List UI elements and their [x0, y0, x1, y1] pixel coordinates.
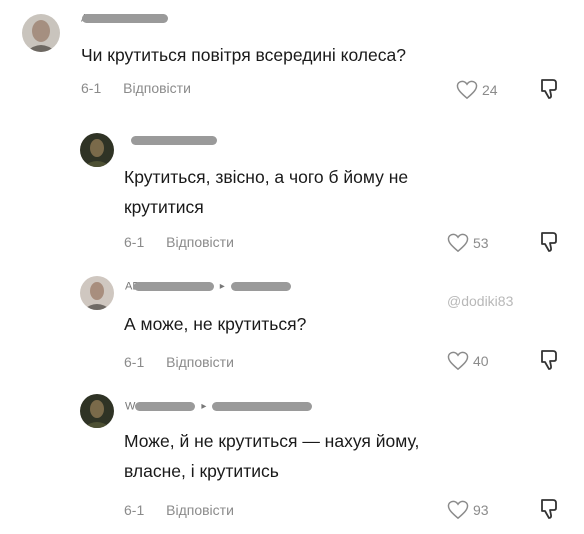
thumbs-down-icon	[541, 79, 557, 99]
thumbs-down-icon	[541, 499, 557, 519]
dislike-button[interactable]	[539, 348, 561, 377]
reply-button[interactable]: Відповісти	[166, 234, 234, 250]
avatar-photo	[80, 276, 114, 310]
reply-button[interactable]: Відповісти	[166, 354, 234, 370]
reply-button[interactable]: Відповісти	[166, 502, 234, 518]
comment-date: 6-1	[81, 80, 102, 96]
comment-text-line: крутитися	[124, 197, 204, 217]
dislike-button[interactable]	[539, 77, 561, 106]
thumbs-down-icon	[541, 232, 557, 252]
comment-meta: 6-1 Відповісти	[124, 502, 234, 518]
like-button[interactable]: 40	[447, 351, 489, 371]
username-redaction	[230, 282, 291, 292]
avatar[interactable]	[80, 133, 114, 167]
like-button[interactable]: 93	[447, 500, 489, 520]
like-button[interactable]: 24	[456, 80, 498, 100]
like-button[interactable]: 53	[447, 233, 489, 253]
like-count: 93	[473, 502, 489, 518]
username-redaction	[133, 282, 214, 292]
reply-arrow-icon: ▸	[201, 401, 207, 413]
comment-date: 6-1	[124, 502, 145, 518]
username-redaction	[131, 136, 217, 146]
avatar[interactable]	[80, 276, 114, 310]
username[interactable]: We ▸	[125, 398, 313, 414]
comment-text-line: Чи крутиться повітря всередині колеса?	[81, 45, 406, 65]
comment-text-line: А може, не крутиться?	[124, 314, 307, 334]
avatar[interactable]	[80, 394, 114, 428]
comment-meta: 6-1 Відповісти	[81, 80, 191, 96]
comment-meta: 6-1 Відповісти	[124, 354, 234, 370]
username-redaction	[135, 402, 196, 412]
heart-outline-icon	[447, 500, 469, 520]
heart-outline-icon	[456, 80, 478, 100]
heart-outline-icon	[447, 233, 469, 253]
comment-text-line: Може, й не крутиться — нахуя йому,	[124, 431, 420, 451]
comment-text: А може, не крутиться?	[124, 309, 306, 339]
comment-text: Може, й не крутиться — нахуя йому, власн…	[124, 426, 419, 486]
username[interactable]: AB ▸	[125, 278, 291, 294]
watermark: @dodiki83	[447, 293, 514, 309]
comment-text: Крутиться, звісно, а чого б йому не крут…	[124, 162, 408, 222]
comment-text-line: Крутиться, звісно, а чого б йому не	[124, 167, 409, 187]
avatar-photo	[80, 133, 114, 167]
thumbs-down-icon	[541, 350, 557, 370]
dislike-button[interactable]	[539, 230, 561, 259]
like-count: 40	[473, 353, 489, 369]
username-redaction	[82, 14, 169, 24]
comment-text-line: власне, і крутитись	[124, 461, 279, 481]
comment-date: 6-1	[124, 234, 145, 250]
avatar[interactable]	[22, 14, 60, 52]
comment-text: Чи крутиться повітря всередині колеса?	[81, 40, 406, 70]
heart-outline-icon	[447, 351, 469, 371]
like-count: 24	[482, 82, 498, 98]
avatar-photo	[22, 14, 60, 52]
username-redaction	[212, 402, 313, 412]
comment-meta: 6-1 Відповісти	[124, 234, 234, 250]
like-count: 53	[473, 235, 489, 251]
avatar-photo	[80, 394, 114, 428]
username[interactable]	[131, 132, 217, 148]
dislike-button[interactable]	[539, 497, 561, 526]
reply-button[interactable]: Відповісти	[123, 80, 191, 96]
comment-date: 6-1	[124, 354, 145, 370]
reply-arrow-icon: ▸	[219, 281, 225, 293]
username[interactable]: A	[81, 10, 169, 26]
